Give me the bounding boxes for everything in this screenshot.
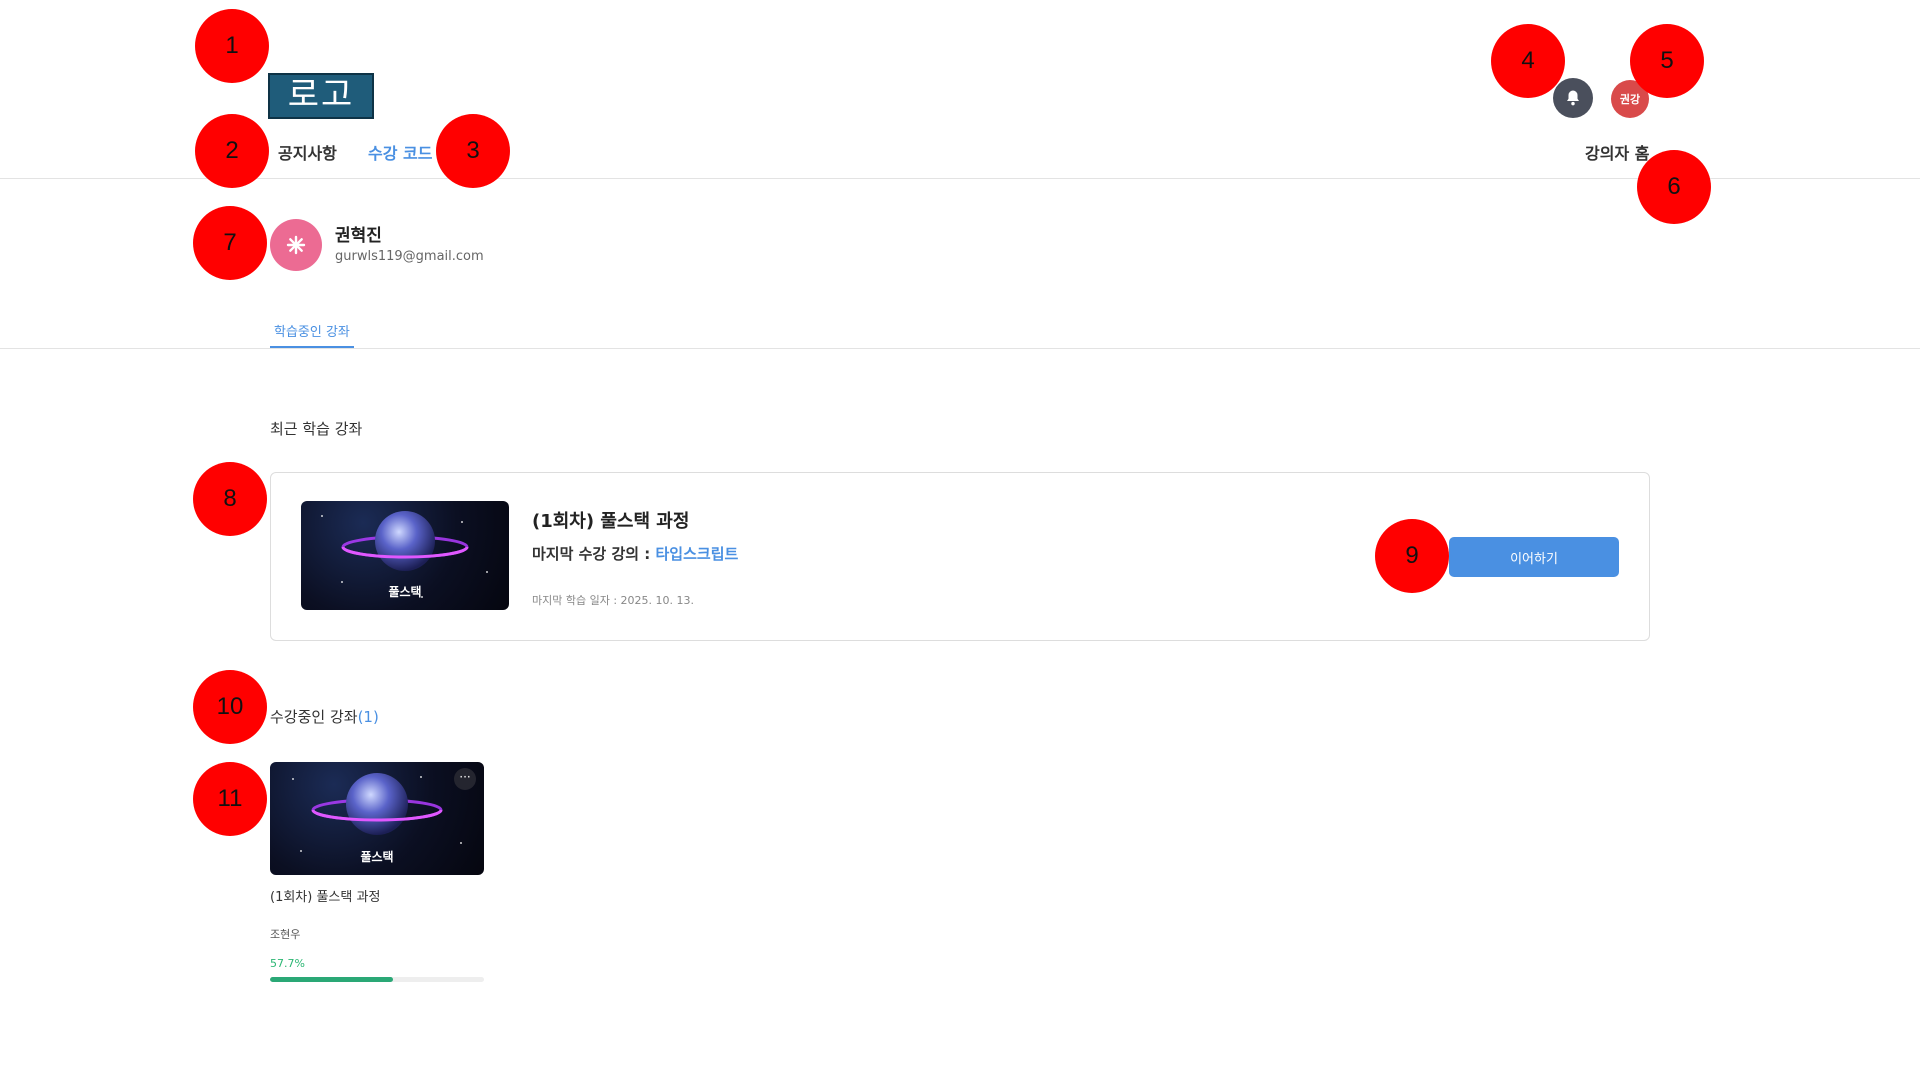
logo[interactable]: 로고 bbox=[268, 73, 374, 119]
continue-button[interactable]: 이어하기 bbox=[1449, 537, 1619, 577]
progress-percent: 57.7% bbox=[270, 957, 305, 970]
tab-divider bbox=[0, 348, 1920, 349]
enrolled-course-title[interactable]: (1회차) 풀스택 과정 bbox=[270, 886, 380, 905]
annotation-marker: 2 bbox=[195, 114, 269, 188]
annotation-marker: 3 bbox=[436, 114, 510, 188]
nav-notice[interactable]: 공지사항 bbox=[278, 140, 337, 164]
annotation-marker: 8 bbox=[193, 462, 267, 536]
recent-section-title: 최근 학습 강좌 bbox=[270, 420, 363, 438]
bell-icon bbox=[1567, 90, 1579, 106]
last-lecture: 마지막 수강 강의 : 타입스크립트 bbox=[532, 543, 738, 564]
thumbnail-label: 풀스택 bbox=[388, 585, 422, 599]
annotation-marker: 6 bbox=[1637, 150, 1711, 224]
annotation-marker: 1 bbox=[195, 9, 269, 83]
notification-button[interactable] bbox=[1553, 78, 1593, 118]
progress-bar-fill bbox=[270, 977, 394, 982]
last-lecture-link[interactable]: 타입스크립트 bbox=[656, 545, 739, 563]
enrolled-count: (1) bbox=[357, 708, 379, 726]
profile-avatar bbox=[270, 219, 322, 271]
last-lecture-prefix: 마지막 수강 강의 : bbox=[532, 545, 656, 563]
profile-name: 권혁진 bbox=[335, 226, 382, 246]
enrolled-title-text: 수강중인 강좌 bbox=[270, 708, 358, 726]
progress-bar bbox=[270, 977, 484, 982]
annotation-marker: 7 bbox=[193, 206, 267, 280]
annotation-marker: 4 bbox=[1491, 24, 1565, 98]
nav-enroll-code[interactable]: 수강 코드 bbox=[368, 140, 432, 164]
header-divider bbox=[0, 178, 1920, 179]
profile-email: gurwls119@gmail.com bbox=[335, 249, 484, 264]
annotation-marker: 5 bbox=[1630, 24, 1704, 98]
course-instructor: 조현우 bbox=[270, 928, 301, 941]
annotation-marker: 11 bbox=[193, 762, 267, 836]
thumbnail-label: 풀스택 bbox=[360, 850, 394, 864]
more-options-button[interactable]: ··· bbox=[454, 768, 476, 790]
enrolled-course-thumbnail[interactable]: 풀스택 ··· bbox=[270, 762, 484, 875]
annotation-marker: 10 bbox=[193, 670, 267, 744]
lecturer-home-link[interactable]: 강의자 홈 bbox=[1585, 140, 1649, 164]
recent-course-title[interactable]: (1회차) 풀스택 과정 bbox=[532, 507, 689, 533]
asterisk-icon bbox=[286, 235, 306, 255]
annotation-marker: 9 bbox=[1375, 519, 1449, 593]
tab-learning-courses[interactable]: 학습중인 강좌 bbox=[274, 321, 350, 340]
last-study-date: 마지막 학습 일자 : 2025. 10. 13. bbox=[532, 594, 695, 607]
recent-course-thumbnail[interactable]: 풀스택 bbox=[301, 501, 509, 610]
enrolled-section-title: 수강중인 강좌(1) bbox=[270, 706, 379, 727]
